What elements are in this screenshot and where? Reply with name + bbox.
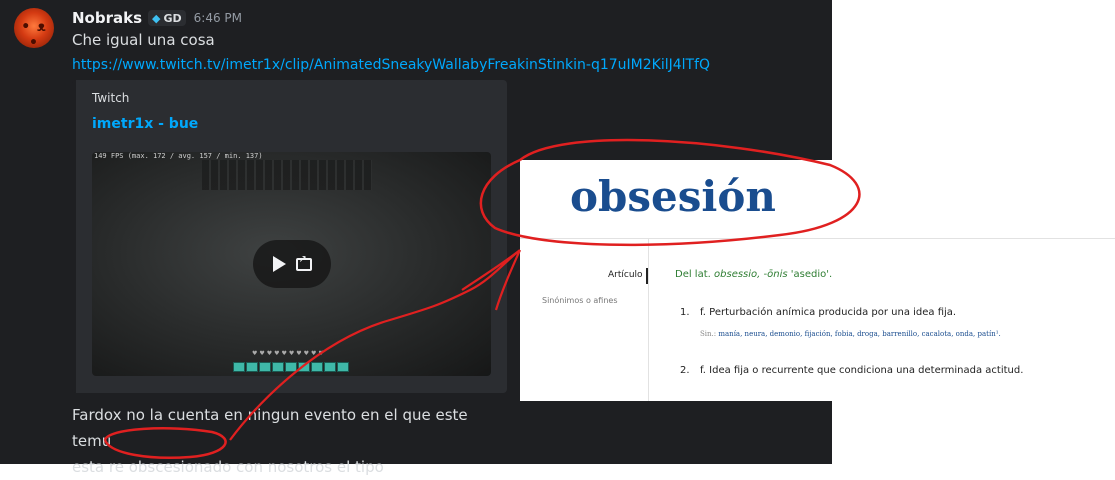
definition-text: f. Perturbación anímica producida por un… bbox=[700, 307, 957, 318]
definition-2: 2. f. Idea fija o recurrente que condicio… bbox=[680, 365, 1023, 376]
play-icon[interactable] bbox=[272, 256, 286, 272]
avatar-face: • ᴥ • bbox=[21, 19, 47, 48]
etymology-prefix: Del lat. bbox=[675, 269, 711, 280]
fps-overlay: 149 FPS (max. 172 / avg. 157 / min. 137) bbox=[94, 152, 263, 160]
etymology-word: obsessio, -ōnis bbox=[714, 269, 788, 280]
synonyms-label: Sin.: bbox=[700, 330, 717, 338]
reply-line-1: Fardox no la cuenta en ningun evento en … bbox=[72, 406, 468, 450]
dictionary-headword: obsesión bbox=[570, 172, 776, 221]
guild-tag[interactable]: ◆ GD bbox=[148, 10, 186, 26]
nav-active-indicator bbox=[646, 268, 648, 284]
embed-provider: Twitch bbox=[92, 91, 130, 105]
definition-text: f. Idea fija o recurrente que condiciona… bbox=[700, 365, 1024, 376]
game-hearts: ♥♥♥♥♥♥♥♥♥♥ bbox=[252, 350, 326, 357]
nav-article[interactable]: Artículo bbox=[608, 270, 643, 280]
etymology: Del lat. obsessio, -ōnis 'asedio'. bbox=[675, 269, 832, 280]
divider bbox=[648, 239, 649, 401]
username[interactable]: Nobraks bbox=[72, 9, 142, 27]
definition-number: 2. bbox=[680, 365, 690, 376]
divider bbox=[520, 238, 1115, 239]
game-hotbar bbox=[233, 362, 349, 372]
synonyms-line: Sin.: manía, neura, demonio, fijación, f… bbox=[700, 330, 1001, 338]
nitro-gem-icon: ◆ bbox=[152, 11, 161, 25]
definition-number: 1. bbox=[680, 307, 690, 318]
dictionary-snippet: obsesión Artículo Sinónimos o afines Del… bbox=[520, 160, 1115, 401]
guild-tag-label: GD bbox=[163, 11, 182, 25]
video-thumbnail[interactable]: 149 FPS (max. 172 / avg. 157 / min. 137)… bbox=[92, 152, 491, 376]
reply-line-2: esta re obscesionado con nosotros el tip… bbox=[72, 458, 384, 476]
definition-1: 1. f. Perturbación anímica producida por … bbox=[680, 307, 956, 318]
synonyms-list[interactable]: manía, neura, demonio, fijación, fobia, … bbox=[718, 330, 1000, 338]
reply-text: Fardox no la cuenta en ningun evento en … bbox=[72, 402, 492, 480]
message-text: Che igual una cosa bbox=[72, 31, 215, 49]
message-timestamp: 6:46 PM bbox=[193, 11, 243, 25]
open-external-icon[interactable] bbox=[295, 254, 312, 271]
nav-synonyms[interactable]: Sinónimos o afines bbox=[542, 296, 618, 305]
video-controls bbox=[253, 240, 331, 288]
avatar[interactable]: • ᴥ • bbox=[14, 8, 54, 48]
message-header: Nobraks ◆ GD 6:46 PM bbox=[72, 9, 242, 27]
etymology-meaning: 'asedio'. bbox=[790, 269, 833, 280]
clip-link[interactable]: https://www.twitch.tv/imetr1x/clip/Anima… bbox=[72, 57, 710, 73]
embed-title-link[interactable]: imetr1x - bue bbox=[92, 116, 198, 132]
game-ceiling bbox=[202, 160, 372, 190]
twitch-embed: Twitch imetr1x - bue 149 FPS (max. 172 /… bbox=[72, 80, 507, 393]
